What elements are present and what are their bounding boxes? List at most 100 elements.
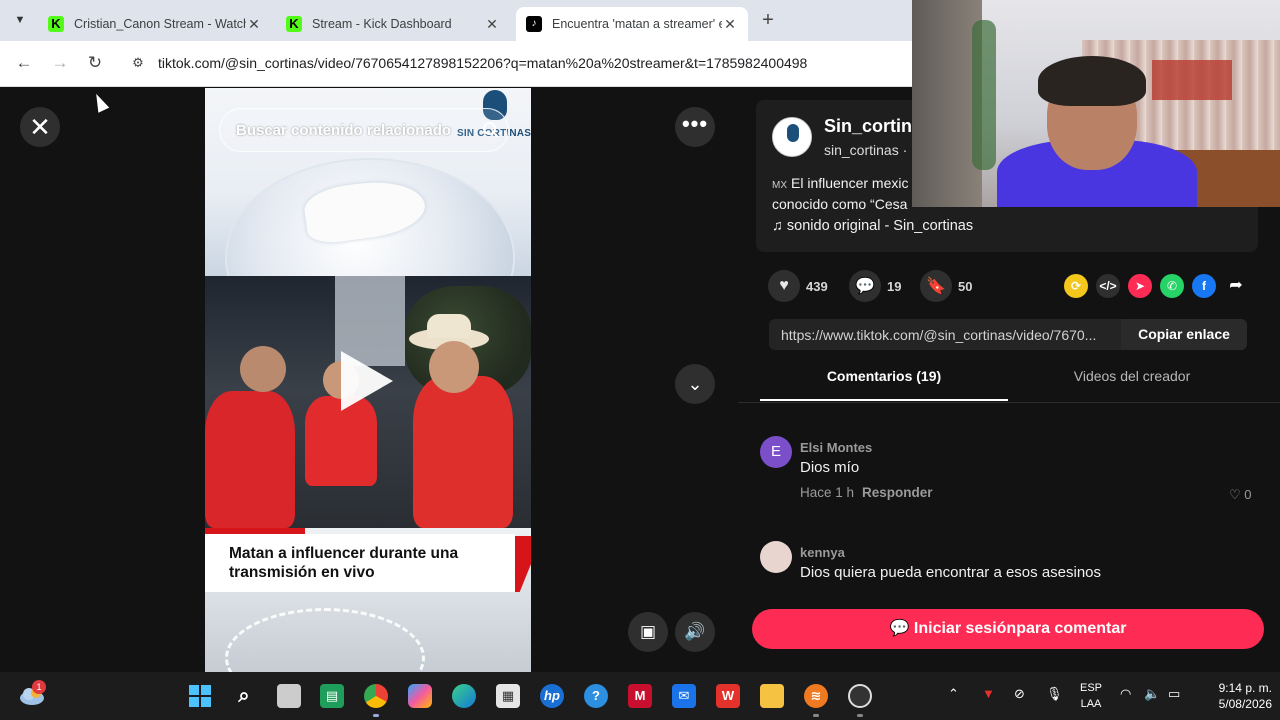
close-tab-icon[interactable]: ✕ <box>484 16 500 33</box>
tab-title: Cristian_Canon Stream - Watch <box>74 17 246 31</box>
whatsapp-icon[interactable]: ✆ <box>1160 274 1184 298</box>
windows-start-icon[interactable] <box>188 684 212 708</box>
microphone-icon <box>787 124 799 142</box>
sound-link[interactable]: ♫ sonido original - Sin_cortinas <box>772 218 973 234</box>
clock-time: 9:14 p. m. <box>1218 681 1272 695</box>
play-icon[interactable] <box>341 351 393 411</box>
heart-icon: ♥ <box>768 270 800 302</box>
back-icon[interactable]: ← <box>12 51 36 75</box>
wifi-icon[interactable]: ◠ <box>1120 686 1131 702</box>
browser-tab-1[interactable]: K Cristian_Canon Stream - Watch ✕ <box>38 7 272 41</box>
save-count: 50 <box>958 278 973 294</box>
video-player[interactable]: SIN CORTINAS Buscar contenido relacionad… <box>205 88 531 672</box>
heart-outline-icon: ♡ <box>1229 487 1245 502</box>
speaker-icon[interactable]: 🔈 <box>1144 686 1160 702</box>
comment-username[interactable]: kennya <box>800 545 845 560</box>
address-bar: ← → ↻ ⚙ tiktok.com/@sin_cortinas/video/7… <box>0 41 912 87</box>
related-search-placeholder: Buscar contenido relacionado <box>236 122 452 139</box>
mail-icon[interactable]: ✉ <box>672 684 696 708</box>
edge-icon[interactable] <box>452 684 476 708</box>
new-tab-button[interactable]: + <box>758 8 778 32</box>
avatar[interactable] <box>772 117 812 157</box>
cowboy-hat-crown <box>427 314 471 338</box>
webcam-overlay <box>912 0 1280 207</box>
share-icon[interactable]: ➦ <box>1224 274 1248 298</box>
site-info-icon[interactable]: ⚙ <box>128 53 148 73</box>
copilot-icon[interactable] <box>408 684 432 708</box>
copy-link-button[interactable]: Copiar enlace <box>1121 319 1247 350</box>
app-icon[interactable]: ≋ <box>804 684 828 708</box>
facebook-icon[interactable]: f <box>1192 274 1216 298</box>
tab-search-button[interactable]: ▼ <box>10 10 30 30</box>
comment-button[interactable]: 💬 19 <box>849 270 901 302</box>
app-icon[interactable]: ▤ <box>320 684 344 708</box>
tab-strip: ▼ K Cristian_Canon Stream - Watch ✕ K St… <box>0 0 912 41</box>
author-name[interactable]: Sin_cortina <box>824 116 922 137</box>
chevron-down-icon[interactable]: ⌄ <box>675 364 715 404</box>
embed-icon[interactable]: </> <box>1096 274 1120 298</box>
antivirus-icon[interactable]: ▼ <box>982 686 995 701</box>
close-tab-icon[interactable]: ✕ <box>246 16 262 33</box>
tab-comments[interactable]: Comentarios (19) <box>760 368 1008 401</box>
browser-tab-3[interactable]: ♪ Encuentra 'matan a streamer' en ✕ <box>516 7 748 41</box>
like-button[interactable]: ♥ 439 <box>768 270 828 302</box>
search-icon[interactable] <box>482 121 500 139</box>
video-top-graphic: SIN CORTINAS Buscar contenido relacionad… <box>205 88 531 358</box>
close-tab-icon[interactable]: ✕ <box>722 16 738 33</box>
microphone-icon[interactable]: 🎙 <box>1046 686 1063 702</box>
keyboard-layout: LAA <box>1080 698 1102 710</box>
mouse-cursor <box>90 91 110 113</box>
search-icon[interactable]: ⌕ <box>232 684 256 708</box>
related-search-input[interactable]: Buscar contenido relacionado <box>219 108 509 152</box>
close-icon[interactable]: ✕ <box>20 107 60 147</box>
more-options-icon[interactable]: ••• <box>675 107 715 147</box>
reply-button[interactable]: Responder <box>862 485 933 500</box>
music-note-icon: ♫ <box>772 218 787 234</box>
tab-creator-videos[interactable]: Videos del creador <box>1008 368 1256 401</box>
help-icon[interactable]: ? <box>584 684 608 708</box>
taskbar: 1 ⌕ ▤ ▦ hp ? M ✉ W ≋ ⌃ ▼ ⊘ 🎙 ESP LAA ◠ 🔈… <box>0 672 1280 720</box>
share-link-url[interactable]: https://www.tiktok.com/@sin_cortinas/vid… <box>781 327 1111 343</box>
hp-icon[interactable]: hp <box>540 684 564 708</box>
avatar[interactable] <box>760 541 792 573</box>
comment-username[interactable]: Elsi Montes <box>800 440 872 455</box>
chrome-icon[interactable] <box>364 684 388 708</box>
active-indicator <box>373 714 379 717</box>
repost-icon[interactable]: ⟳ <box>1064 274 1088 298</box>
obs-icon[interactable] <box>848 684 872 708</box>
sound-title: sonido original - Sin_cortinas <box>786 218 974 234</box>
volume-icon[interactable]: 🔊 <box>675 612 715 652</box>
kick-icon: K <box>286 16 302 32</box>
video-description: MX El influencer mexic conocido como “Ces… <box>772 174 922 213</box>
browser-tab-2[interactable]: K Stream - Kick Dashboard ✕ <box>276 7 510 41</box>
reload-icon[interactable]: ↻ <box>83 51 107 75</box>
clock-date: 5/08/2026 <box>1218 697 1272 711</box>
login-to-comment-button[interactable]: 💬 Iniciar sesiónpara comentar <box>752 609 1264 649</box>
author-handle[interactable]: sin_cortinas · <box>824 142 907 158</box>
url-field[interactable]: tiktok.com/@sin_cortinas/video/767065412… <box>158 55 807 71</box>
avatar[interactable]: E <box>760 436 792 468</box>
login-cta-label: Iniciar sesiónpara comentar <box>913 620 1127 637</box>
task-view-icon[interactable] <box>277 684 301 708</box>
save-button[interactable]: 🔖 50 <box>920 270 972 302</box>
mcafee-icon[interactable]: M <box>628 684 652 708</box>
store-icon[interactable]: ▦ <box>496 684 520 708</box>
picture-in-picture-icon[interactable]: ▣ <box>628 612 668 652</box>
file-explorer-icon[interactable] <box>760 684 784 708</box>
webcam-decoration <box>1152 60 1232 100</box>
send-icon[interactable]: ➤ <box>1128 274 1152 298</box>
share-link-box: https://www.tiktok.com/@sin_cortinas/vid… <box>769 319 1247 350</box>
network-off-icon[interactable]: ⊘ <box>1014 686 1025 702</box>
battery-icon[interactable]: ▭ <box>1168 686 1180 702</box>
tab-title: Stream - Kick Dashboard <box>312 17 452 31</box>
wps-icon[interactable]: W <box>716 684 740 708</box>
comment-time: Hace 1 h <box>800 485 855 500</box>
chevron-up-icon[interactable]: ⌃ <box>948 686 959 702</box>
comment-like-button[interactable]: ♡ 0 <box>1229 487 1252 503</box>
language-indicator[interactable]: ESP LAA <box>1074 680 1108 712</box>
webcam-person-hair <box>1038 56 1146 106</box>
kick-icon: K <box>48 16 64 32</box>
system-clock[interactable]: 9:14 p. m. 5/08/2026 <box>1196 680 1272 712</box>
tab-title: Encuentra 'matan a streamer' en <box>552 17 722 31</box>
forward-icon[interactable]: → <box>48 51 72 75</box>
